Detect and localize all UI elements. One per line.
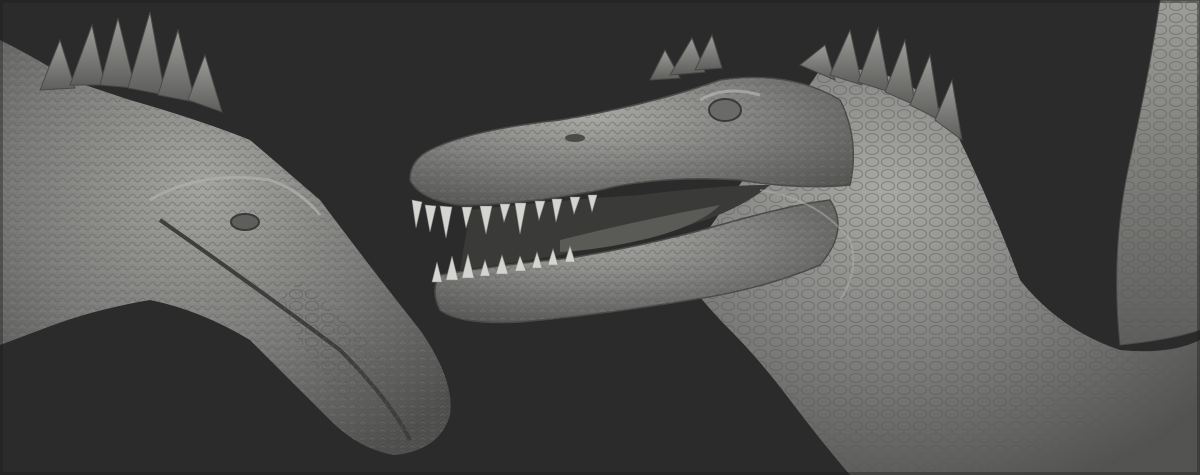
render-stage xyxy=(0,0,1200,475)
eye xyxy=(708,98,742,122)
sculpt-render xyxy=(0,0,1200,475)
